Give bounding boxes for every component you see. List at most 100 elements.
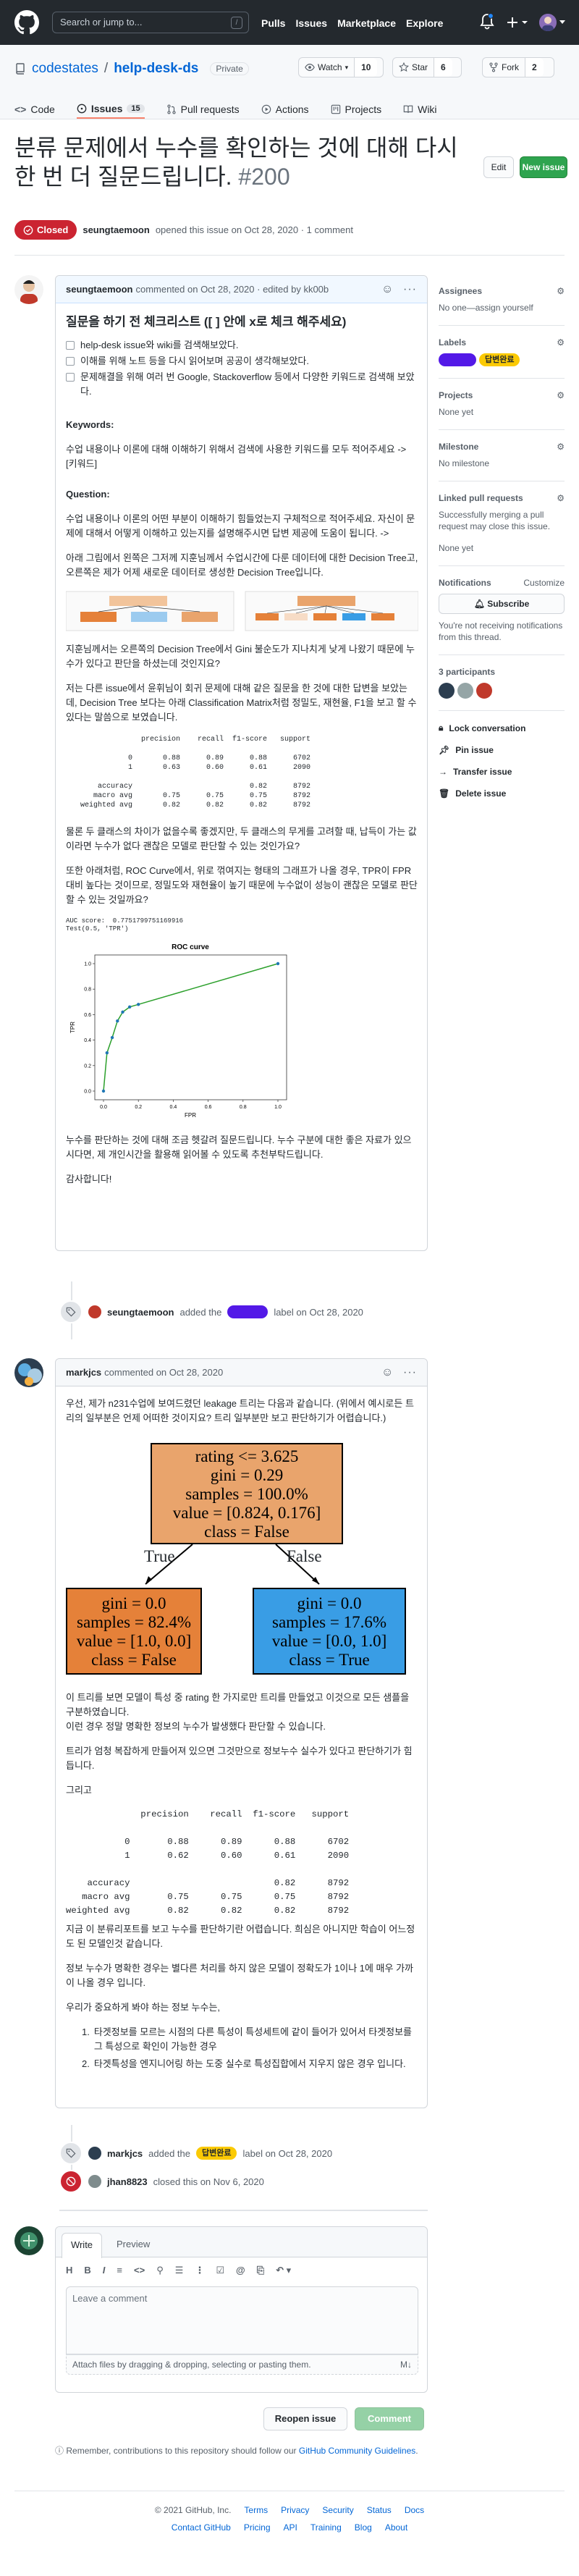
projects-heading[interactable]: Projects ⚙ bbox=[439, 390, 565, 400]
repo-owner-link[interactable]: codestates bbox=[32, 61, 98, 77]
comment-meta: commented on Oct 28, 2020 bbox=[104, 1367, 224, 1378]
tab-projects[interactable]: Projects bbox=[331, 99, 381, 119]
mention-icon[interactable]: @ bbox=[236, 2265, 245, 2276]
nav-marketplace[interactable]: Marketplace bbox=[337, 17, 396, 29]
comment-author[interactable]: seungtaemoon bbox=[66, 284, 132, 295]
actor-avatar[interactable] bbox=[88, 2147, 101, 2160]
actor-avatar[interactable] bbox=[88, 2175, 101, 2188]
more-options-icon[interactable]: ··· bbox=[403, 1366, 417, 1379]
markdown-icon[interactable]: M↓ bbox=[400, 2360, 412, 2370]
watch-count[interactable]: 10 bbox=[354, 58, 378, 77]
actor-avatar[interactable] bbox=[88, 1305, 101, 1318]
search-input[interactable]: Search or jump to... / bbox=[52, 12, 249, 33]
footer-link-status[interactable]: Status bbox=[367, 2505, 392, 2515]
reply-icon[interactable]: ↶ ▾ bbox=[276, 2265, 291, 2276]
label-badge-answered[interactable]: 답변완료 bbox=[479, 353, 520, 366]
guidelines-link[interactable]: GitHub Community Guidelines bbox=[299, 2446, 415, 2456]
watch-button[interactable]: Watch ▾ 10 bbox=[298, 57, 384, 77]
footer-link-training[interactable]: Training bbox=[310, 2522, 342, 2533]
attach-files-area[interactable]: Attach files by dragging & dropping, sel… bbox=[66, 2354, 418, 2375]
task-list-icon[interactable]: ☑ bbox=[216, 2265, 224, 2276]
footer-link-privacy[interactable]: Privacy bbox=[281, 2505, 309, 2515]
event-actor[interactable]: markjcs bbox=[107, 2148, 143, 2159]
participant-avatar[interactable] bbox=[439, 683, 455, 699]
author-avatar[interactable] bbox=[14, 275, 43, 304]
tab-write[interactable]: Write bbox=[62, 2233, 102, 2258]
footer-link-about[interactable]: About bbox=[385, 2522, 407, 2533]
gear-icon[interactable]: ⚙ bbox=[557, 390, 565, 400]
footer-link-blog[interactable]: Blog bbox=[355, 2522, 372, 2533]
author-avatar[interactable] bbox=[14, 1358, 43, 1387]
fork-button[interactable]: Fork 2 bbox=[482, 57, 554, 77]
link-icon[interactable]: ⚲ bbox=[156, 2265, 164, 2276]
github-logo-icon[interactable] bbox=[14, 10, 39, 35]
star-button[interactable]: Star 6 bbox=[392, 57, 462, 77]
footer-link-contact[interactable]: Contact GitHub bbox=[172, 2522, 231, 2533]
event-actor[interactable]: jhan8823 bbox=[107, 2176, 148, 2187]
nav-pulls[interactable]: Pulls bbox=[261, 17, 285, 29]
code-icon[interactable]: <> bbox=[134, 2265, 145, 2276]
user-avatar[interactable] bbox=[539, 14, 557, 31]
footer-link-security[interactable]: Security bbox=[322, 2505, 353, 2515]
star-count[interactable]: 6 bbox=[434, 58, 452, 77]
quote-icon[interactable]: ≡ bbox=[117, 2265, 122, 2276]
gear-icon[interactable]: ⚙ bbox=[557, 493, 565, 503]
tab-issues[interactable]: Issues 15 bbox=[76, 99, 145, 119]
bulleted-list-icon[interactable]: ☰ bbox=[175, 2265, 184, 2276]
smiley-icon[interactable]: ☺ bbox=[381, 283, 394, 296]
tab-wiki[interactable]: Wiki bbox=[403, 99, 437, 119]
heading-icon[interactable]: H bbox=[66, 2265, 72, 2276]
cross-reference-icon[interactable]: ⎘ bbox=[257, 2265, 264, 2276]
subscribe-button[interactable]: 🔔︎ Subscribe bbox=[439, 594, 565, 614]
transfer-issue[interactable]: → Transfer issue bbox=[439, 767, 565, 777]
label-badge-purple[interactable] bbox=[439, 353, 476, 366]
nav-issues[interactable]: Issues bbox=[295, 17, 327, 29]
lock-conversation[interactable]: 🔒︎ Lock conversation bbox=[439, 723, 565, 733]
footer-link-pricing[interactable]: Pricing bbox=[244, 2522, 271, 2533]
milestone-heading[interactable]: Milestone ⚙ bbox=[439, 442, 565, 452]
answer-para: 우선, 제가 n231수업에 보여드렸던 leakage 트리는 다음과 같습니… bbox=[66, 1398, 414, 1423]
footer-link-terms[interactable]: Terms bbox=[244, 2505, 268, 2515]
repo-name-link[interactable]: help-desk-ds bbox=[114, 61, 198, 77]
labels-heading[interactable]: Labels ⚙ bbox=[439, 337, 565, 348]
gear-icon[interactable]: ⚙ bbox=[557, 442, 565, 452]
gear-icon[interactable]: ⚙ bbox=[557, 286, 565, 296]
compose-tabs: Write Preview bbox=[56, 2227, 427, 2258]
nav-explore[interactable]: Explore bbox=[406, 17, 443, 29]
fork-count[interactable]: 2 bbox=[525, 58, 544, 77]
bold-icon[interactable]: B bbox=[84, 2265, 90, 2276]
new-issue-button[interactable]: New issue bbox=[520, 156, 567, 178]
avatar-caret-icon[interactable] bbox=[559, 20, 566, 25]
tab-pull-requests[interactable]: Pull requests bbox=[166, 99, 240, 119]
label-badge-purple[interactable] bbox=[227, 1305, 269, 1318]
customize-link[interactable]: Customize bbox=[523, 578, 565, 588]
tab-code[interactable]: <> Code bbox=[14, 99, 55, 119]
italic-icon[interactable]: I bbox=[103, 2265, 106, 2276]
assignees-heading[interactable]: Assignees ⚙ bbox=[439, 286, 565, 296]
tab-preview[interactable]: Preview bbox=[117, 2239, 150, 2249]
more-options-icon[interactable]: ··· bbox=[403, 283, 417, 296]
participant-avatar[interactable] bbox=[476, 683, 492, 699]
reopen-issue-button[interactable]: Reopen issue bbox=[263, 2407, 347, 2430]
delete-issue[interactable]: 🗑︎ Delete issue bbox=[439, 788, 565, 799]
label-badge-answered[interactable]: 답변완료 bbox=[196, 2147, 237, 2160]
numbered-list-icon[interactable]: ⋮ bbox=[195, 2265, 204, 2276]
pin-issue[interactable]: 📌︎ Pin issue bbox=[439, 745, 565, 755]
plus-dropdown-icon[interactable] bbox=[507, 15, 528, 30]
footer-link-api[interactable]: API bbox=[284, 2522, 297, 2533]
bell-icon[interactable] bbox=[480, 13, 494, 30]
participant-avatar[interactable] bbox=[457, 683, 473, 699]
comment-textarea[interactable]: Leave a comment bbox=[66, 2286, 418, 2354]
event-actor[interactable]: seungtaemoon bbox=[107, 1307, 174, 1318]
comment-button[interactable]: Comment bbox=[355, 2407, 424, 2430]
sidebar-divider bbox=[439, 325, 565, 326]
tab-actions[interactable]: Actions bbox=[261, 99, 309, 119]
smiley-icon[interactable]: ☺ bbox=[381, 1366, 394, 1379]
linked-prs-heading[interactable]: Linked pull requests ⚙ bbox=[439, 493, 565, 503]
gear-icon[interactable]: ⚙ bbox=[557, 337, 565, 348]
footer-link-docs[interactable]: Docs bbox=[405, 2505, 424, 2515]
comment-author[interactable]: markjcs bbox=[66, 1367, 101, 1378]
edit-issue-button[interactable]: Edit bbox=[483, 156, 514, 178]
issue-author[interactable]: seungtaemoon bbox=[83, 224, 149, 235]
assignees-value[interactable]: No one—assign yourself bbox=[439, 302, 565, 313]
